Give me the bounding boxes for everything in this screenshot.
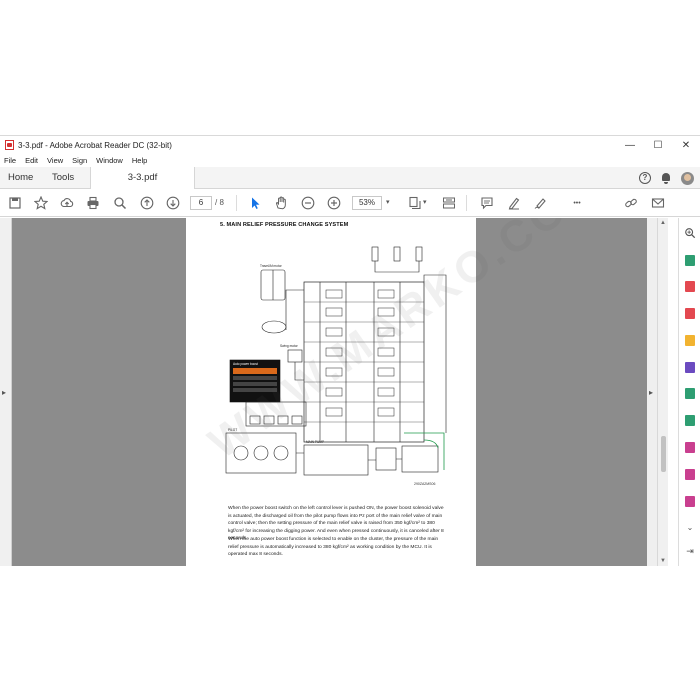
bookmark-star-icon[interactable] — [34, 196, 48, 210]
email-icon[interactable] — [651, 196, 665, 210]
scroll-down-icon[interactable]: ▼ — [660, 558, 666, 564]
tools-rail: ⌄ ⇥ — [678, 218, 700, 566]
comment-icon[interactable] — [480, 196, 494, 210]
expand-left-icon: ▸ — [2, 388, 7, 397]
left-panel-toggle[interactable]: ▸ — [0, 218, 12, 566]
edit-pdf-icon[interactable] — [683, 306, 697, 320]
right-panel-toggle[interactable]: ▸ — [647, 218, 657, 566]
toolbar-divider-2 — [466, 195, 467, 211]
page-total: / 8 — [215, 198, 224, 207]
select-cursor-icon[interactable] — [248, 196, 262, 210]
figure-code: 290ZA2MS06 — [414, 482, 436, 486]
scroll-thumb[interactable] — [661, 436, 666, 472]
menu-help[interactable]: Help — [132, 154, 147, 167]
paragraph-2: When the auto power boost function is se… — [228, 537, 439, 558]
share-link-icon[interactable] — [624, 196, 638, 210]
zoom-in-icon[interactable] — [327, 196, 341, 210]
expand-right-icon: ▸ — [649, 388, 654, 397]
chevron-down-icon[interactable]: ⌄ — [683, 520, 697, 534]
swing-motor-label: Swing motor — [280, 344, 299, 348]
page-fit-icon[interactable] — [408, 196, 422, 210]
title-bar: 3-3.pdf - Adobe Acrobat Reader DC (32-bi… — [0, 136, 700, 154]
comment-tool-icon[interactable] — [683, 333, 697, 347]
zoom-in-icon[interactable] — [683, 226, 697, 240]
previous-page-icon[interactable] — [140, 196, 154, 210]
send-for-signature-icon[interactable] — [683, 467, 697, 481]
document-tab-label: 3-3.pdf — [127, 172, 158, 183]
close-button[interactable]: ✕ — [672, 136, 700, 154]
page-heading: 5. MAIN RELIEF PRESSURE CHANGE SYSTEM — [220, 222, 349, 228]
account-area: ? — [639, 167, 694, 189]
create-pdf-icon[interactable] — [683, 279, 697, 293]
combine-files-icon[interactable] — [683, 360, 697, 374]
menu-file[interactable]: File — [4, 154, 16, 167]
hand-tool-icon[interactable] — [274, 196, 288, 210]
zoom-level-input[interactable]: 53% — [352, 196, 382, 210]
menu-window[interactable]: Window — [96, 154, 123, 167]
menu-edit[interactable]: Edit — [25, 154, 38, 167]
export-pdf-icon[interactable] — [683, 253, 697, 267]
search-icon[interactable] — [113, 196, 127, 210]
travel-motor-label: Travel/Af motor — [260, 264, 283, 268]
tab-bar: Home Tools 3-3.pdf ? — [0, 167, 700, 190]
save-icon[interactable] — [8, 196, 22, 210]
main-pump-label: MAIN PUMP — [306, 440, 324, 444]
highlight-pen-icon[interactable] — [507, 196, 521, 210]
document-view[interactable]: ▸ 5. MAIN RELIEF PRESSURE CHANGE SYSTEM — [0, 218, 668, 566]
collapse-rail-icon[interactable]: ⇥ — [683, 544, 697, 558]
page-number-input[interactable]: 6 — [190, 196, 212, 210]
toolbar-divider — [236, 195, 237, 211]
toolbar: 6 / 8 53% ▾ ▾ ••• — [0, 189, 700, 217]
keyboard-scroll-icon[interactable] — [442, 196, 456, 210]
acrobat-window: 3-3.pdf - Adobe Acrobat Reader DC (32-bi… — [0, 135, 700, 566]
print-icon[interactable] — [86, 196, 100, 210]
notifications-bell-icon[interactable] — [661, 172, 671, 184]
tab-document[interactable]: 3-3.pdf — [90, 167, 195, 190]
protect-icon[interactable] — [683, 494, 697, 508]
more-tools-icon[interactable]: ••• — [568, 196, 586, 210]
menu-bar: File Edit View Sign Window Help — [0, 154, 156, 167]
tab-tools[interactable]: Tools — [52, 167, 74, 189]
upload-cloud-icon[interactable] — [60, 196, 74, 210]
tab-home[interactable]: Home — [8, 167, 33, 189]
zoom-dropdown-caret[interactable]: ▾ — [386, 196, 390, 210]
scroll-up-icon[interactable]: ▲ — [660, 220, 666, 226]
window-controls: — ☐ ✕ — [616, 136, 700, 154]
compress-pdf-icon[interactable] — [683, 413, 697, 427]
vertical-scrollbar[interactable]: ▲ ▼ — [657, 218, 668, 566]
avatar[interactable] — [681, 171, 694, 185]
menu-sign[interactable]: Sign — [72, 154, 87, 167]
window-title: 3-3.pdf - Adobe Acrobat Reader DC (32-bi… — [18, 140, 172, 150]
sign-pen-icon[interactable] — [533, 196, 547, 210]
organize-pages-icon[interactable] — [683, 386, 697, 400]
inset-title: Auto power boost — [233, 362, 258, 366]
fill-sign-icon[interactable] — [683, 440, 697, 454]
minimize-button[interactable]: — — [616, 136, 644, 154]
menu-view[interactable]: View — [47, 154, 63, 167]
next-page-icon[interactable] — [166, 196, 180, 210]
maximize-button[interactable]: ☐ — [644, 136, 672, 154]
acrobat-app-icon — [5, 140, 14, 150]
help-icon[interactable]: ? — [639, 172, 651, 184]
page-fit-caret[interactable]: ▾ — [423, 196, 427, 210]
zoom-out-icon[interactable] — [301, 196, 315, 210]
